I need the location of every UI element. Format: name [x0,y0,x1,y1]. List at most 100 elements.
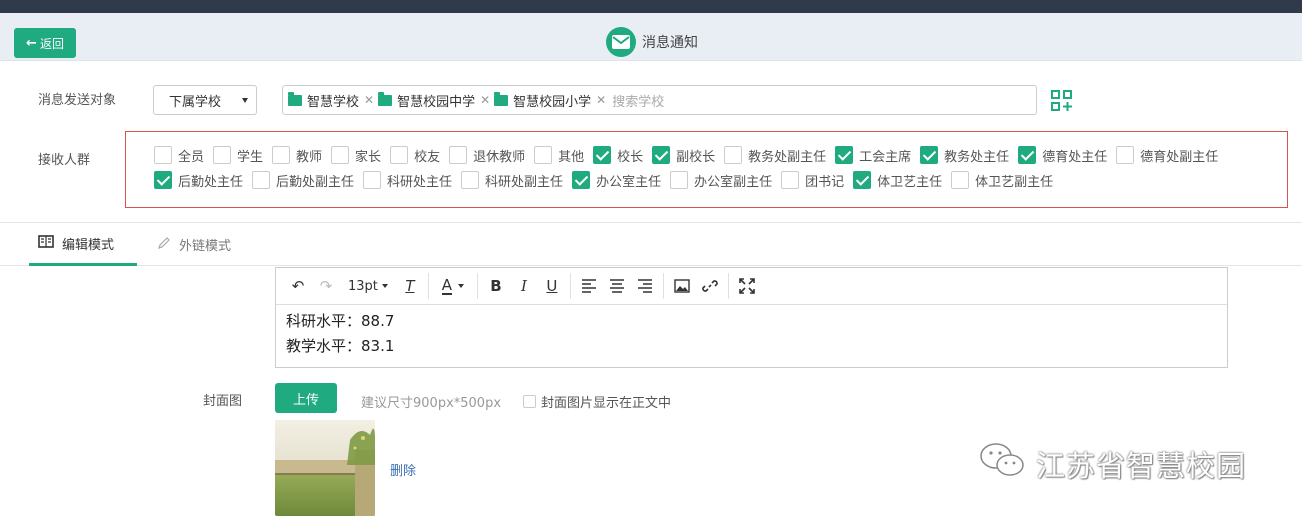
italic-icon[interactable]: I [510,272,538,300]
receiver-label: 科研处主任 [387,174,453,190]
receiver-checkbox[interactable]: 体卫艺主任 [853,171,942,190]
receiver-checkbox[interactable]: 全员 [154,146,204,165]
back-button[interactable]: ← 返回 [14,28,76,58]
checkbox-checked-icon[interactable] [920,146,939,164]
receiver-label: 德育处主任 [1042,149,1108,165]
receiver-checkbox[interactable]: 德育处副主任 [1116,146,1218,165]
school-search-placeholder[interactable]: 搜索学校 [612,91,664,110]
show-in-body-checkbox[interactable]: 封面图片显示在正文中 [523,392,671,411]
school-scope-select[interactable]: 下属学校 [153,85,257,115]
receiver-label: 后勤处主任 [178,174,244,190]
cover-size-hint: 建议尺寸900px*500px [361,396,502,411]
align-right-icon[interactable] [631,272,659,300]
pencil-icon [157,236,171,254]
checkbox-box[interactable] [781,171,800,189]
align-left-icon[interactable] [575,272,603,300]
receiver-checkbox[interactable]: 办公室副主任 [670,171,772,190]
title-group: 消息通知 [606,27,698,57]
receiver-checkbox[interactable]: 家长 [331,146,381,165]
receiver-checkbox[interactable]: 校友 [390,146,440,165]
delete-cover-link[interactable]: 删除 [390,460,416,479]
receiver-checkbox[interactable]: 副校长 [652,146,715,165]
checkbox-box[interactable] [461,171,480,189]
underline-icon[interactable]: U [538,272,566,300]
arrow-left-icon: ← [26,35,37,51]
remove-tag-icon[interactable]: ✕ [596,93,606,107]
text-color-icon[interactable]: A [433,272,473,300]
font-size-value: 13pt [348,278,378,294]
image-icon[interactable] [668,272,696,300]
checkbox-checked-icon[interactable] [593,146,612,164]
checkbox-box[interactable] [449,146,468,164]
bold-icon[interactable]: B [482,272,510,300]
editor-content[interactable]: 科研水平：88.7 教学水平：83.1 [276,305,1227,363]
checkbox-box[interactable] [331,146,350,164]
receiver-label: 后勤处副主任 [276,174,355,190]
upload-button[interactable]: 上传 [275,383,337,413]
receiver-label: 体卫艺主任 [877,174,943,190]
receiver-checkbox[interactable]: 德育处主任 [1018,146,1107,165]
receiver-label: 科研处副主任 [485,174,564,190]
receiver-checkbox[interactable]: 团书记 [781,171,844,190]
checkbox-box[interactable] [1116,146,1135,164]
receiver-label: 校长 [617,149,644,165]
receiver-checkbox[interactable]: 后勤处副主任 [252,171,354,190]
receiver-checkbox[interactable]: 科研处主任 [363,171,452,190]
receiver-checkbox[interactable]: 工会主席 [835,146,911,165]
checkbox-box[interactable] [534,146,553,164]
checkbox-box[interactable] [213,146,232,164]
checkbox-box[interactable] [724,146,743,164]
checkbox-checked-icon[interactable] [572,171,591,189]
fullscreen-icon[interactable] [733,272,761,300]
receiver-checkbox[interactable]: 校长 [593,146,643,165]
school-tag-label: 智慧学校 [307,94,360,110]
checkbox-checked-icon[interactable] [652,146,671,164]
clear-format-icon[interactable]: T [396,272,424,300]
checkbox-box[interactable] [951,171,970,189]
redo-icon[interactable]: ↷ [312,272,340,300]
content-line: 科研水平：88.7 [286,312,395,330]
checkbox-box[interactable] [523,395,536,408]
receiver-label: 教师 [296,149,323,165]
book-icon [38,234,54,252]
receiver-checkbox[interactable]: 办公室主任 [572,171,661,190]
tab-edit-mode[interactable]: 编辑模式 [29,223,137,266]
link-icon[interactable] [696,272,724,300]
school-tags-input[interactable]: 智慧学校 ✕ 智慧校园中学 ✕ 智慧校园小学 ✕ 搜索学校 [282,85,1037,115]
school-tag-label: 智慧校园小学 [513,94,592,110]
checkbox-box[interactable] [252,171,271,189]
checkbox-checked-icon[interactable] [1018,146,1037,164]
school-tag: 智慧学校 ✕ [288,91,374,110]
add-grid-icon[interactable] [1051,90,1073,112]
receiver-checkbox[interactable]: 教师 [272,146,322,165]
checkbox-box[interactable] [670,171,689,189]
receiver-checkbox[interactable]: 退休教师 [449,146,525,165]
checkbox-box[interactable] [154,146,172,164]
receiver-label: 工会主席 [859,149,912,165]
undo-icon[interactable]: ↶ [284,272,312,300]
checkbox-checked-icon[interactable] [835,146,854,164]
receiver-checkbox[interactable]: 后勤处主任 [154,171,243,190]
receiver-checkbox[interactable]: 教务处副主任 [724,146,826,165]
receiver-checkbox[interactable]: 体卫艺副主任 [951,171,1053,190]
checkbox-checked-icon[interactable] [853,171,872,189]
mode-tabs: 编辑模式 外链模式 [0,223,1302,266]
tab-link-mode[interactable]: 外链模式 [157,223,231,266]
checkbox-box[interactable] [390,146,409,164]
font-size-select[interactable]: 13pt [340,279,396,294]
checkbox-box[interactable] [272,146,291,164]
remove-tag-icon[interactable]: ✕ [364,93,374,107]
chevron-down-icon [381,284,388,288]
receiver-checkbox[interactable]: 其他 [534,146,584,165]
checkbox-checked-icon[interactable] [154,171,172,189]
receiver-checkbox[interactable]: 科研处副主任 [461,171,563,190]
receiver-checkbox[interactable]: 学生 [213,146,263,165]
folder-icon [494,92,509,106]
remove-tag-icon[interactable]: ✕ [480,93,490,107]
receiver-checkbox[interactable]: 教务处主任 [920,146,1009,165]
show-in-body-label: 封面图片显示在正文中 [541,396,672,411]
align-center-icon[interactable] [603,272,631,300]
wechat-icon [978,440,1028,487]
checkbox-box[interactable] [363,171,382,189]
receiver-label: 校友 [414,149,441,165]
